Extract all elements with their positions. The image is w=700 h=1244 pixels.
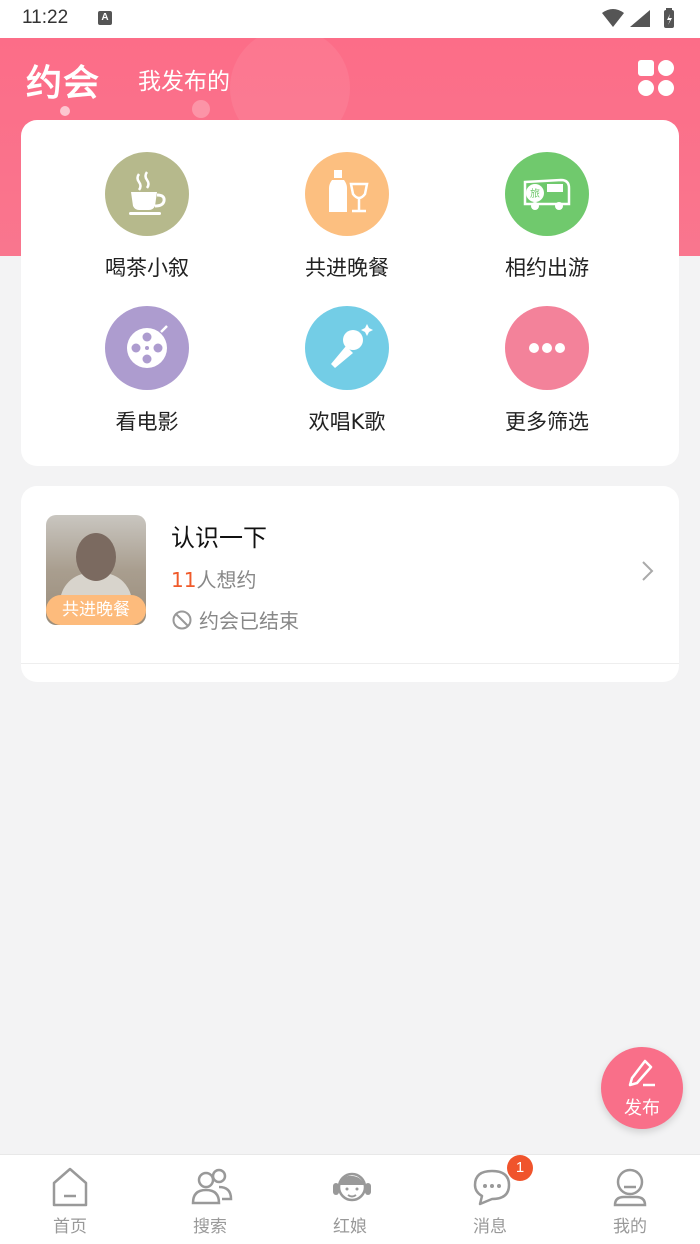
- edit-pencil-icon: [628, 1059, 655, 1087]
- signal-icon: [630, 10, 650, 27]
- category-icon-circle: [505, 306, 589, 390]
- category-icon-circle: [105, 152, 189, 236]
- nav-label: 搜索: [193, 1217, 227, 1237]
- wifi-icon: [602, 9, 624, 27]
- nav-label: 首页: [53, 1217, 87, 1237]
- nav-messages[interactable]: 1 消息: [420, 1155, 560, 1244]
- status-bar: 11:22 A: [0, 0, 700, 38]
- nav-label: 我的: [613, 1217, 647, 1237]
- category-icon-circle: 旅: [505, 152, 589, 236]
- matchmaker-headset-icon: [333, 1172, 371, 1202]
- category-icon-circle: [305, 152, 389, 236]
- microphone-icon: [331, 324, 373, 368]
- interested-suffix: 人想约: [196, 568, 257, 592]
- bottom-nav: 首页 搜索 红娘 1 消息 我的: [0, 1154, 700, 1244]
- tour-bus-icon: 旅: [523, 178, 571, 210]
- chevron-right-icon: [642, 561, 654, 581]
- nav-home[interactable]: 首页: [0, 1155, 140, 1244]
- more-dots-icon: [529, 343, 565, 353]
- category-label: 喝茶小叙: [105, 256, 189, 280]
- category-icon-circle: [305, 306, 389, 390]
- category-icon-circle: [105, 306, 189, 390]
- category-label: 共进晚餐: [305, 256, 389, 280]
- category-travel[interactable]: 旅 相约出游: [447, 152, 647, 292]
- category-badge: 共进晚餐: [46, 595, 146, 625]
- home-icon: [52, 1167, 88, 1207]
- status-icons: [602, 8, 674, 28]
- status-time: 11:22: [22, 7, 69, 28]
- category-movie[interactable]: 看电影: [47, 306, 247, 446]
- category-label: 相约出游: [505, 256, 589, 280]
- date-status: 约会已结束: [171, 605, 299, 634]
- avatar: 共进晚餐: [46, 515, 146, 625]
- date-title: 认识一下: [171, 524, 267, 552]
- category-dinner[interactable]: 共进晚餐: [247, 152, 447, 292]
- ban-icon: [172, 610, 192, 630]
- film-reel-icon: [127, 325, 168, 368]
- grid-icon: [638, 60, 654, 76]
- svg-text:旅: 旅: [530, 187, 540, 200]
- notification-a-icon: A: [98, 11, 112, 25]
- date-status-text: 约会已结束: [199, 609, 299, 633]
- unread-badge: 1: [507, 1155, 533, 1181]
- interested-number: 11: [171, 568, 197, 592]
- people-search-icon: [191, 1168, 233, 1205]
- nav-label: 红娘: [333, 1217, 367, 1237]
- page-title: 约会: [26, 63, 101, 104]
- nav-label: 消息: [473, 1217, 507, 1237]
- category-label: 看电影: [115, 410, 179, 434]
- publish-label: 发布: [624, 1098, 660, 1119]
- category-label: 更多筛选: [505, 410, 589, 434]
- nav-matchmaker[interactable]: 红娘: [280, 1155, 420, 1244]
- date-list-item[interactable]: 共进晚餐 认识一下 11人想约 约会已结束: [21, 486, 679, 682]
- publish-button[interactable]: 发布: [601, 1047, 683, 1129]
- nav-profile[interactable]: 我的: [560, 1155, 700, 1244]
- divider: [21, 663, 679, 664]
- nav-search[interactable]: 搜索: [140, 1155, 280, 1244]
- category-card: 喝茶小叙 共进晚餐 旅 相约出游 看电影 欢唱K歌 更多筛选: [21, 120, 679, 466]
- category-tea[interactable]: 喝茶小叙: [47, 152, 247, 292]
- tea-cup-icon: [129, 171, 166, 215]
- profile-icon: [613, 1168, 647, 1207]
- interested-count: 11人想约: [171, 564, 256, 593]
- category-karaoke[interactable]: 欢唱K歌: [247, 306, 447, 446]
- category-label: 欢唱K歌: [308, 410, 386, 434]
- wine-bottle-glass-icon: [329, 170, 369, 213]
- my-published-tab[interactable]: 我发布的: [138, 62, 230, 96]
- category-more-filters[interactable]: 更多筛选: [447, 306, 647, 446]
- grid-menu-button[interactable]: [638, 60, 674, 96]
